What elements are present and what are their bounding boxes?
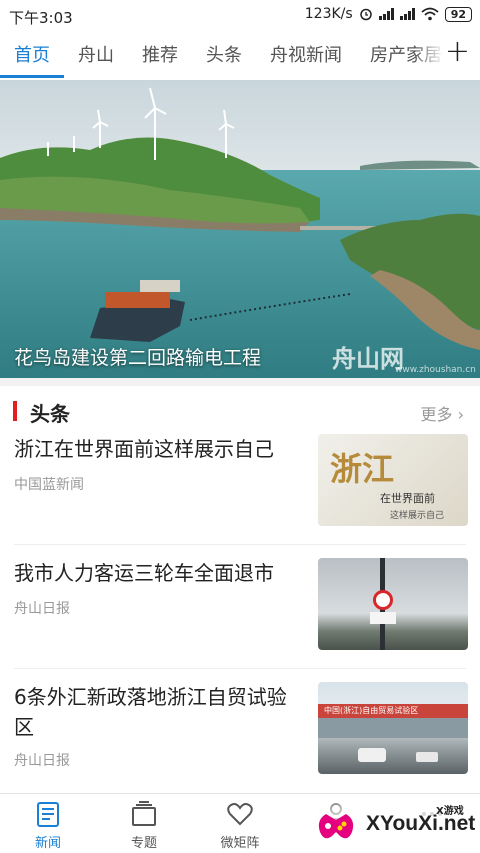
section-title: 头条: [30, 402, 70, 426]
headlines-section-header: 头条 更多 ›: [0, 378, 480, 430]
news-title: 我市人力客运三轮车全面退市: [14, 561, 274, 585]
add-channel-button[interactable]: +: [445, 37, 470, 67]
news-thumbnail: 中国(浙江)自由贸易试验区: [318, 682, 468, 774]
thumb-sign-text: 中国(浙江)自由贸易试验区: [324, 706, 419, 715]
nav-topics[interactable]: 专题: [96, 794, 192, 853]
news-thumbnail: 浙江 在世界面前 这样展示自己: [318, 434, 468, 526]
news-title: 浙江在世界面前这样展示自己: [14, 437, 274, 461]
hero-logo-url: www.zhoushan.cn: [395, 365, 476, 375]
section-accent-bar: [13, 401, 17, 421]
thumb-subtitle-2: 这样展示自己: [390, 511, 445, 521]
heart-icon: [227, 803, 253, 826]
nav-label: 专题: [130, 836, 157, 851]
status-bar: 下午3:03 123K/s 92: [0, 0, 480, 32]
more-label: 更多: [420, 405, 453, 424]
news-item[interactable]: 6条外汇新政落地浙江自贸试验区 舟山日报 中国(浙江)自由贸易试验区: [0, 678, 480, 793]
status-icons: 123K/s 92: [305, 6, 472, 22]
active-tab-indicator: [0, 75, 64, 78]
hero-banner[interactable]: 花鸟岛建设第二回路输电工程 舟山网 www.zhoushan.cn: [0, 80, 480, 378]
news-thumbnail: [318, 558, 468, 650]
nav-label: 新闻: [34, 836, 61, 851]
tab-home[interactable]: 首页: [14, 41, 50, 67]
hero-caption: 花鸟岛建设第二回路输电工程: [14, 347, 262, 369]
wifi-icon: [421, 7, 439, 21]
hero-logo: 舟山网: [332, 345, 404, 373]
tab-zhoushi-news[interactable]: 舟视新闻: [270, 41, 342, 67]
topic-stack-icon: [132, 801, 156, 826]
news-source: 舟山日报: [14, 753, 70, 769]
news-title: 6条外汇新政落地浙江自贸试验区: [14, 685, 287, 739]
nav-label: 微矩阵: [220, 836, 260, 851]
watermark-text: XYouXi.net: [366, 812, 476, 835]
alarm-icon: [359, 8, 372, 21]
tab-recommend[interactable]: 推荐: [142, 41, 178, 67]
news-item[interactable]: 浙江在世界面前这样展示自己 中国蓝新闻 浙江 在世界面前 这样展示自己: [0, 430, 480, 544]
gamepad-logo-icon: [318, 814, 354, 839]
tab-zhoushan[interactable]: 舟山: [78, 41, 114, 67]
battery-icon: 92: [444, 6, 472, 22]
chevron-right-icon: ›: [457, 405, 464, 424]
divider: [14, 668, 466, 669]
network-speed: 123K/s: [304, 6, 353, 22]
divider: [14, 544, 466, 545]
news-source: 舟山日报: [14, 601, 70, 617]
news-doc-icon: [37, 802, 59, 827]
more-link[interactable]: 更多 ›: [420, 401, 464, 425]
signal-4g-icon: [399, 8, 415, 20]
tab-headlines[interactable]: 头条: [206, 41, 242, 67]
nav-matrix[interactable]: 微矩阵: [192, 794, 288, 853]
signal-icon: [378, 8, 394, 20]
watermark: X游戏 XYouXi.net: [308, 800, 480, 853]
tabs-fade: [414, 32, 444, 78]
thumb-subtitle: 在世界面前: [380, 492, 435, 505]
nav-news[interactable]: 新闻: [0, 794, 96, 853]
news-source: 中国蓝新闻: [14, 477, 84, 493]
status-time: 下午3:03: [9, 9, 73, 27]
channel-tabs: 首页 舟山 推荐 头条 舟视新闻 房产家居 +: [0, 32, 480, 78]
hero-image: [0, 80, 480, 378]
thumb-title: 浙江: [330, 450, 395, 488]
news-item[interactable]: 我市人力客运三轮车全面退市 舟山日报: [0, 554, 480, 668]
